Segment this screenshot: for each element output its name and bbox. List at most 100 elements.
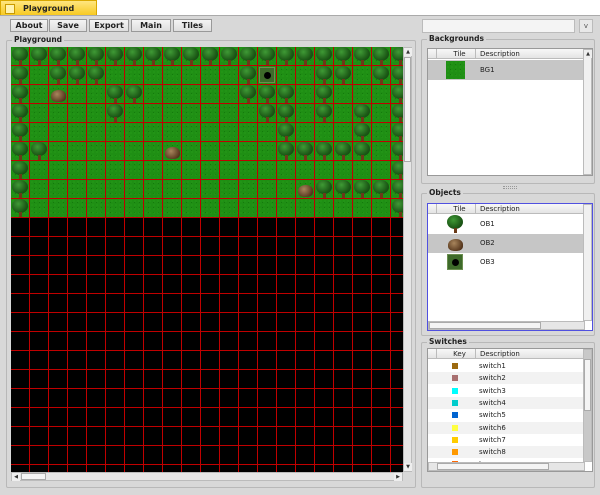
empty-tile[interactable]: [163, 218, 182, 237]
tree-tile[interactable]: [125, 47, 144, 66]
grass-tile[interactable]: [239, 180, 258, 199]
empty-tile[interactable]: [220, 218, 239, 237]
empty-tile[interactable]: [334, 237, 353, 256]
empty-tile[interactable]: [182, 351, 201, 370]
empty-tile[interactable]: [87, 237, 106, 256]
grass-tile[interactable]: [372, 161, 391, 180]
scroll-right-icon[interactable]: ▶: [394, 473, 402, 481]
grass-tile[interactable]: [68, 104, 87, 123]
empty-tile[interactable]: [49, 237, 68, 256]
grass-tile[interactable]: [315, 199, 334, 218]
empty-tile[interactable]: [296, 294, 315, 313]
empty-tile[interactable]: [163, 275, 182, 294]
tree-tile[interactable]: [11, 142, 30, 161]
empty-tile[interactable]: [353, 237, 372, 256]
empty-tile[interactable]: [125, 465, 144, 472]
grass-tile[interactable]: [239, 199, 258, 218]
empty-tile[interactable]: [353, 313, 372, 332]
empty-tile[interactable]: [163, 427, 182, 446]
rock-tile[interactable]: [296, 180, 315, 199]
empty-tile[interactable]: [87, 446, 106, 465]
empty-tile[interactable]: [125, 237, 144, 256]
grass-tile[interactable]: [315, 123, 334, 142]
empty-tile[interactable]: [372, 237, 391, 256]
empty-tile[interactable]: [87, 275, 106, 294]
empty-tile[interactable]: [30, 313, 49, 332]
empty-tile[interactable]: [201, 256, 220, 275]
tree-tile[interactable]: [277, 104, 296, 123]
grass-tile[interactable]: [220, 161, 239, 180]
grass-tile[interactable]: [106, 142, 125, 161]
playground-vscrollbar[interactable]: ▲ ▼: [403, 47, 412, 472]
grass-tile[interactable]: [49, 161, 68, 180]
empty-tile[interactable]: [87, 256, 106, 275]
empty-tile[interactable]: [30, 256, 49, 275]
tree-tile[interactable]: [258, 47, 277, 66]
empty-tile[interactable]: [68, 237, 87, 256]
tree-tile[interactable]: [163, 47, 182, 66]
save-button[interactable]: Save: [49, 19, 87, 32]
grass-tile[interactable]: [258, 161, 277, 180]
empty-tile[interactable]: [68, 370, 87, 389]
empty-tile[interactable]: [315, 446, 334, 465]
empty-tile[interactable]: [182, 237, 201, 256]
grass-tile[interactable]: [125, 66, 144, 85]
grass-tile[interactable]: [220, 66, 239, 85]
empty-tile[interactable]: [353, 465, 372, 472]
grass-tile[interactable]: [182, 123, 201, 142]
empty-tile[interactable]: [277, 275, 296, 294]
grass-tile[interactable]: [201, 142, 220, 161]
tree-tile[interactable]: [239, 66, 258, 85]
empty-tile[interactable]: [201, 218, 220, 237]
grass-tile[interactable]: [372, 104, 391, 123]
empty-tile[interactable]: [277, 465, 296, 472]
grass-tile[interactable]: [144, 199, 163, 218]
empty-tile[interactable]: [87, 389, 106, 408]
empty-tile[interactable]: [296, 275, 315, 294]
empty-tile[interactable]: [68, 332, 87, 351]
empty-tile[interactable]: [144, 389, 163, 408]
empty-tile[interactable]: [391, 465, 403, 472]
grass-tile[interactable]: [201, 104, 220, 123]
empty-tile[interactable]: [30, 351, 49, 370]
grass-tile[interactable]: [87, 180, 106, 199]
empty-tile[interactable]: [11, 389, 30, 408]
empty-tile[interactable]: [372, 256, 391, 275]
objects-table[interactable]: Tile Description OB1 OB2 OB3: [427, 203, 593, 331]
empty-tile[interactable]: [277, 237, 296, 256]
empty-tile[interactable]: [372, 332, 391, 351]
grass-tile[interactable]: [201, 66, 220, 85]
empty-tile[interactable]: [315, 465, 334, 472]
empty-tile[interactable]: [144, 408, 163, 427]
tree-tile[interactable]: [391, 104, 403, 123]
empty-tile[interactable]: [87, 370, 106, 389]
grass-tile[interactable]: [182, 66, 201, 85]
tree-tile[interactable]: [30, 142, 49, 161]
empty-tile[interactable]: [125, 446, 144, 465]
empty-tile[interactable]: [11, 332, 30, 351]
grass-tile[interactable]: [163, 104, 182, 123]
grass-tile[interactable]: [68, 180, 87, 199]
empty-tile[interactable]: [106, 446, 125, 465]
empty-tile[interactable]: [11, 427, 30, 446]
empty-tile[interactable]: [11, 465, 30, 472]
grass-tile[interactable]: [163, 66, 182, 85]
empty-tile[interactable]: [49, 332, 68, 351]
tree-tile[interactable]: [391, 85, 403, 104]
empty-tile[interactable]: [49, 427, 68, 446]
empty-tile[interactable]: [163, 389, 182, 408]
tree-tile[interactable]: [11, 104, 30, 123]
empty-tile[interactable]: [106, 237, 125, 256]
table-row[interactable]: switch8: [428, 446, 583, 459]
empty-tile[interactable]: [49, 256, 68, 275]
table-row[interactable]: switch6: [428, 421, 583, 434]
empty-tile[interactable]: [49, 370, 68, 389]
grass-tile[interactable]: [30, 180, 49, 199]
empty-tile[interactable]: [391, 351, 403, 370]
empty-tile[interactable]: [372, 218, 391, 237]
grass-tile[interactable]: [334, 85, 353, 104]
empty-tile[interactable]: [372, 275, 391, 294]
empty-tile[interactable]: [30, 237, 49, 256]
empty-tile[interactable]: [87, 294, 106, 313]
empty-tile[interactable]: [372, 465, 391, 472]
